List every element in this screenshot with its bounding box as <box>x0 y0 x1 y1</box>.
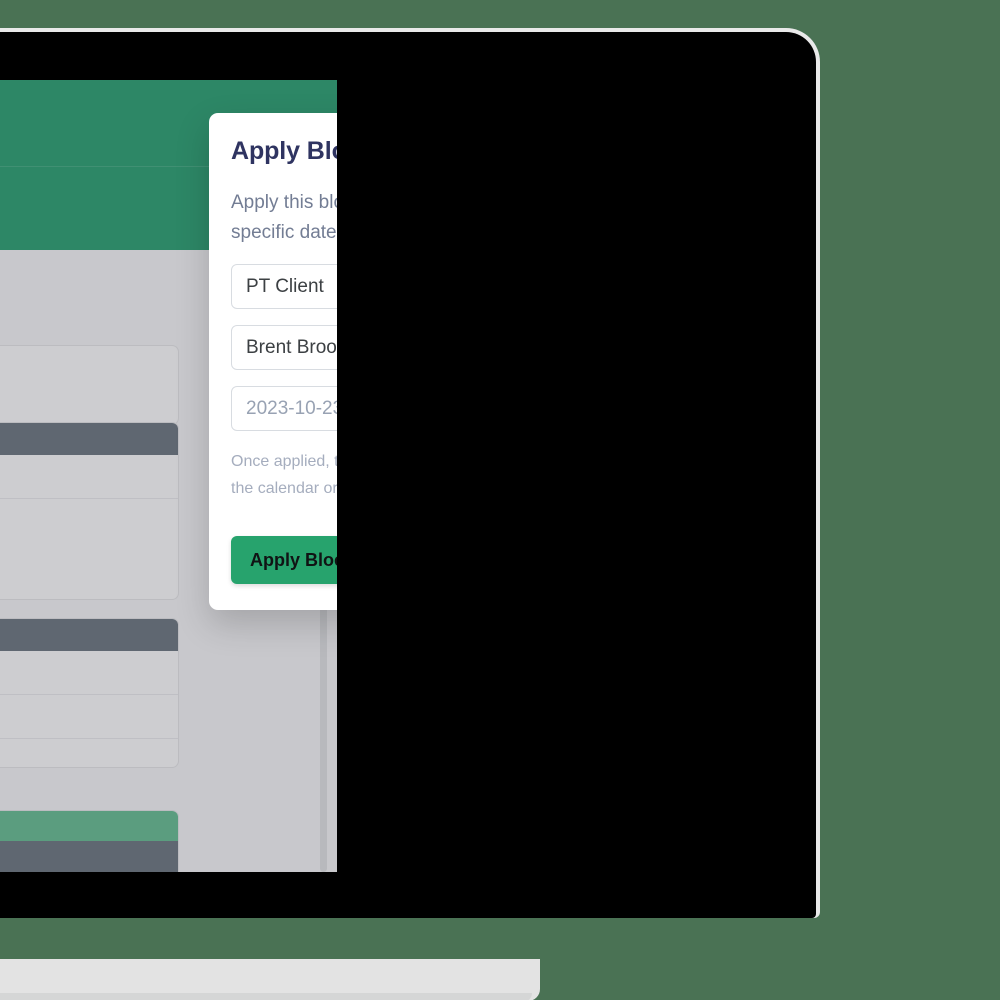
modal-note: Once applied, to make changes for the pr… <box>231 453 337 497</box>
scene-backdrop: h some rows, into <box>0 0 1000 1000</box>
target-type-value: PT Client <box>246 275 324 297</box>
modal-header: Apply Block × <box>231 113 337 168</box>
start-date-input[interactable]: 2023-10-23 <box>231 386 337 431</box>
modal-description: Apply this block to a programme or a PT … <box>231 192 337 243</box>
apply-block-button[interactable]: Apply Block <box>231 536 337 584</box>
laptop-mockup: h some rows, into <box>0 28 820 1000</box>
client-value: Brent Brooks <box>246 336 337 358</box>
client-select[interactable]: Brent Brooks <box>231 325 337 370</box>
apply-block-button-label: Apply Block <box>250 549 337 570</box>
modal-title: Apply Block <box>231 137 337 166</box>
target-type-select[interactable]: PT Client <box>231 264 337 309</box>
modal-actions: Apply Block Close <box>231 536 337 584</box>
app-viewport: h some rows, into <box>0 80 337 872</box>
apply-block-modal: Apply Block × Apply this block to a prog… <box>209 113 337 610</box>
start-date-value: 2023-10-23 <box>246 397 337 419</box>
modal-title-text: Apply Block <box>231 137 337 165</box>
laptop-screen: h some rows, into <box>0 80 337 872</box>
laptop-base-lip <box>0 993 532 1000</box>
